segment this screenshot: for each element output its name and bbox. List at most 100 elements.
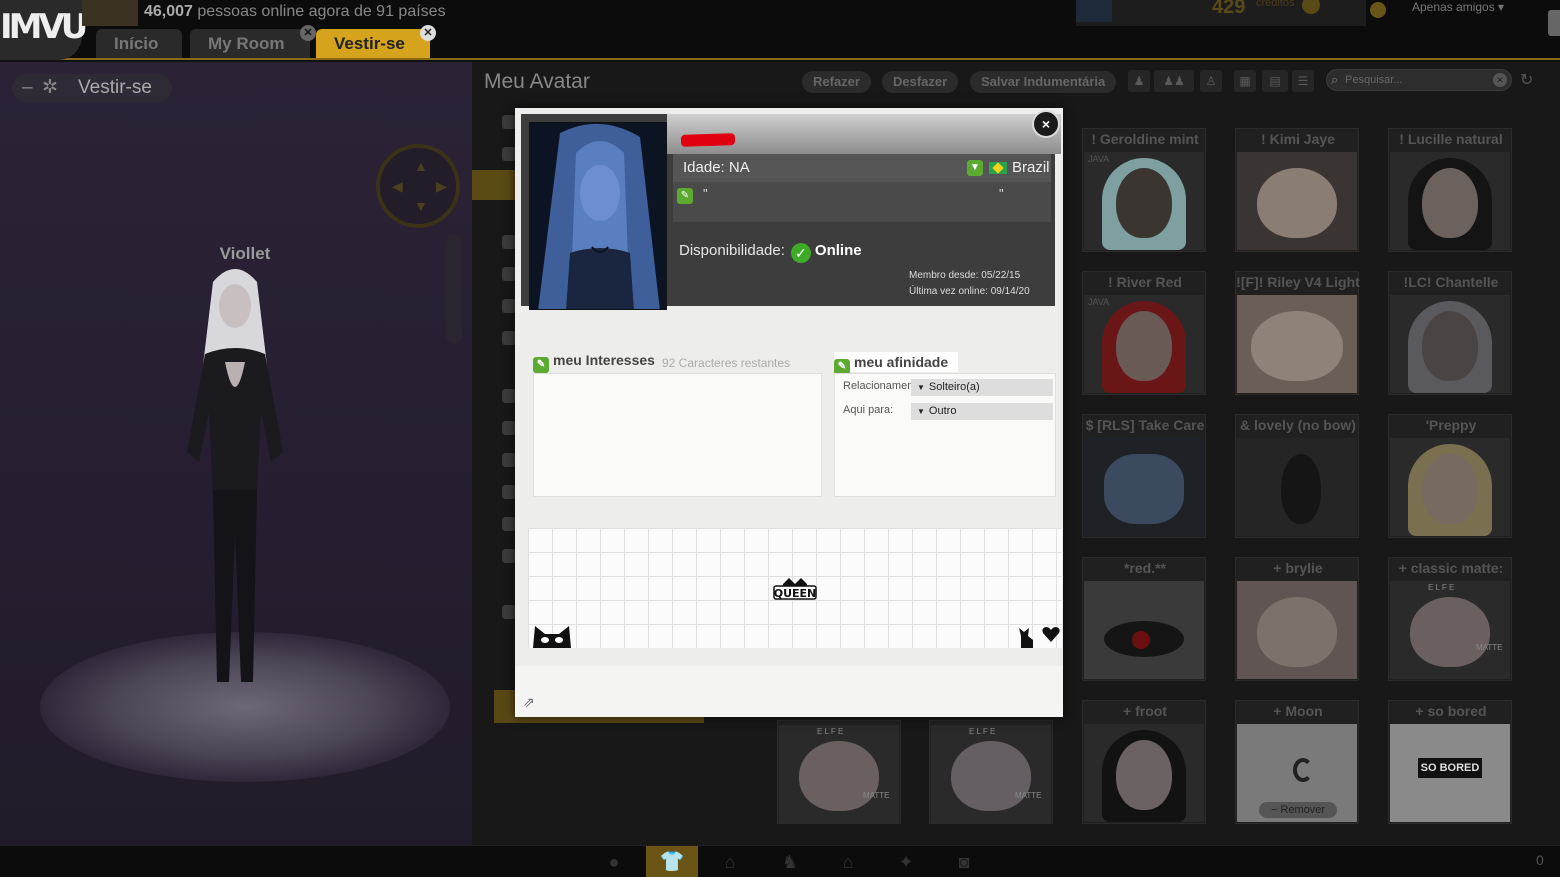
outfit-item[interactable]: ! Kimi Jaye (1235, 128, 1359, 252)
tab-vestir-se[interactable]: Vestir-se ✕ (316, 25, 436, 58)
interests-textarea[interactable] (533, 373, 822, 497)
friends-filter-select[interactable]: Apenas amigos ▾ (1412, 0, 1504, 14)
outfit-item[interactable]: $ [RLS] Take Care (1082, 414, 1206, 538)
outfit-item[interactable]: ! Lucille natural (1388, 128, 1512, 252)
tab-inicio[interactable]: Início (96, 29, 182, 58)
age-label: Idade: NA (683, 159, 750, 176)
relationship-select[interactable]: ▼ Solteiro(a) (911, 379, 1053, 396)
refresh-icon[interactable]: ↻ (1520, 70, 1533, 90)
profile-photo[interactable] (529, 122, 667, 310)
category-icon[interactable] (502, 453, 516, 467)
camera-icon[interactable]: ◙ (946, 850, 982, 874)
arrow-left-icon[interactable]: ◀ (392, 178, 403, 195)
single-avatar-icon[interactable]: ♟ (1128, 70, 1150, 92)
item-title: + Moon (1273, 703, 1323, 719)
outfit-item[interactable]: E L F E MATTE (777, 720, 901, 824)
cat-sticker[interactable] (531, 624, 573, 648)
undo-button[interactable]: Desfazer (882, 71, 959, 93)
outfit-item[interactable]: *red.** (1082, 557, 1206, 681)
category-icon[interactable] (502, 389, 516, 403)
category-icon[interactable] (502, 331, 516, 345)
profile-header: Idade: NA ▼ Brazil ✎ " " Disponibilidade… (521, 114, 1061, 310)
outfit-item[interactable]: + brylie (1235, 557, 1359, 681)
grid-large-icon[interactable]: ▦ (1234, 70, 1256, 92)
here-for-label: Aqui para: (843, 404, 894, 416)
mini-avatar[interactable] (1076, 0, 1112, 22)
hanger-icon[interactable]: ⌂ (712, 850, 748, 874)
category-icon[interactable] (502, 235, 516, 249)
outfit-item[interactable]: & lovely (no bow) (1235, 414, 1359, 538)
avatar-figure[interactable] (165, 262, 305, 702)
outfit-item[interactable]: + classic matte: E L F E MATTE (1388, 557, 1512, 681)
chat-icon[interactable]: ● (596, 850, 632, 874)
imvu-logo[interactable]: IMVU (0, 0, 88, 60)
selected-category[interactable] (472, 170, 516, 200)
pencil-icon[interactable]: ✎ (677, 188, 693, 204)
outfit-item[interactable]: + so bored SO BORED (1388, 700, 1512, 824)
minimize-icon[interactable]: – (22, 74, 33, 102)
outfit-item[interactable]: + froot (1082, 700, 1206, 824)
queen-sticker[interactable]: QUEEN (773, 576, 817, 600)
close-button[interactable]: × (1032, 110, 1060, 138)
external-link-icon[interactable]: ⇗ (523, 694, 539, 710)
remover-button[interactable]: − Remover (1259, 802, 1337, 818)
arrow-right-icon[interactable]: ▶ (436, 178, 447, 195)
relationship-value: Solteiro(a) (928, 381, 980, 393)
category-icon[interactable] (502, 115, 516, 129)
zoom-slider[interactable] (446, 234, 462, 344)
close-tab-icon[interactable]: ✕ (300, 25, 316, 41)
affinity-title: meu afinidade (854, 354, 949, 370)
item-thumbnail: E L F E MATTE (931, 725, 1051, 823)
outfit-item[interactable]: E L F E MATTE (929, 720, 1053, 824)
close-tab-icon[interactable]: ✕ (420, 25, 436, 41)
category-icon[interactable] (502, 299, 516, 313)
outfit-item[interactable]: + Moon − Remover (1235, 700, 1359, 824)
outfit-item[interactable]: ! River Red JAVA (1082, 271, 1206, 395)
group-avatar-icon[interactable]: ♟♟ (1154, 70, 1194, 92)
outfit-item[interactable]: !LC! Chantelle (1388, 271, 1512, 395)
item-title: + brylie (1273, 560, 1323, 576)
cat-silhouette-sticker[interactable] (1015, 626, 1037, 648)
camera-nav-ring[interactable]: ▲ ▼ ◀ ▶ (376, 144, 460, 228)
heart-icon[interactable] (1041, 624, 1061, 644)
gear-icon[interactable]: ✲ (42, 74, 58, 102)
tab-my-room[interactable]: My Room ✕ (190, 25, 316, 58)
outfit-item[interactable]: ! Geroldine mint JAVA (1082, 128, 1206, 252)
dropdown-icon[interactable]: ▼ (967, 160, 983, 176)
home-icon[interactable]: ⌂ (830, 850, 866, 874)
category-icon[interactable] (502, 267, 516, 281)
here-for-select[interactable]: ▼ Outro (911, 403, 1053, 420)
save-outfit-button[interactable]: Salvar Indumentária (970, 71, 1117, 93)
panel-header: – ✲ Vestir-se (12, 74, 172, 102)
pencil-icon[interactable]: ✎ (533, 357, 549, 373)
list-view-icon[interactable]: ☰ (1292, 70, 1314, 92)
sticker-board[interactable]: QUEEN (528, 528, 1062, 648)
item-thumbnail (1084, 581, 1204, 679)
category-icon[interactable] (502, 605, 516, 619)
arrow-down-icon[interactable]: ▼ (414, 198, 428, 214)
age-country-row: Idade: NA ▼ Brazil (673, 154, 1051, 182)
smile-icon[interactable] (1370, 2, 1386, 18)
clear-search-icon[interactable]: ✕ (1493, 73, 1507, 87)
grid-small-icon[interactable]: ▤ (1262, 70, 1288, 92)
arrow-up-icon[interactable]: ▲ (414, 158, 428, 174)
category-icon[interactable] (502, 147, 516, 161)
category-icon[interactable] (502, 421, 516, 435)
tab-label: My Room (208, 34, 285, 53)
category-icon[interactable] (502, 485, 516, 499)
tagline-field[interactable]: ✎ " " (673, 182, 1051, 222)
shirt-icon[interactable]: 👕 (646, 846, 698, 877)
pose-icon[interactable]: ♞ (772, 850, 808, 874)
item-thumbnail (1084, 724, 1204, 822)
outfit-item[interactable]: ![F]! Riley V4 Light (1235, 271, 1360, 395)
search-input[interactable]: ⌕ Pesquisar... (1326, 69, 1512, 91)
category-icon[interactable] (502, 517, 516, 531)
pose-icon[interactable]: ♙ (1200, 70, 1222, 92)
redo-button[interactable]: Refazer (802, 71, 871, 93)
quote-close: " (999, 186, 1004, 201)
shop-icon[interactable]: ✦ (888, 850, 924, 874)
side-panel-button[interactable] (1548, 10, 1560, 36)
outfit-item[interactable]: 'Preppy (1388, 414, 1512, 538)
item-title: + classic matte: (1398, 560, 1504, 576)
category-icon[interactable] (502, 549, 516, 563)
